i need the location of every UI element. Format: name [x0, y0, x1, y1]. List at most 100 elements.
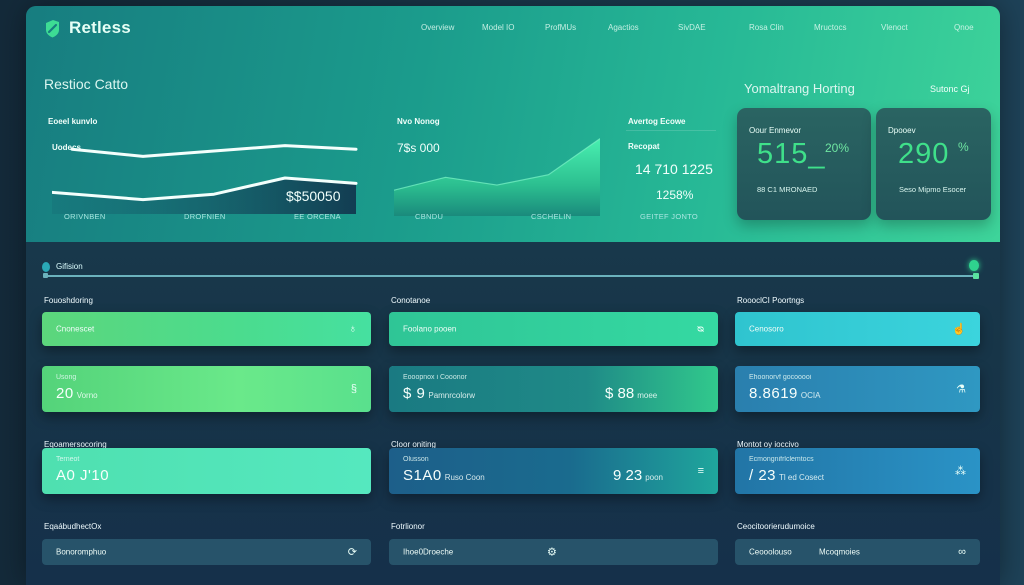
line-chart-value-badge: $$50050	[286, 188, 341, 204]
panel-text: Cnonescet	[56, 324, 95, 334]
main-nav: Overview Model IO ProfMUs Agactios SivDA…	[26, 23, 1000, 37]
nav-item-model[interactable]: Model IO	[482, 23, 514, 32]
slider-label: Gifision	[56, 262, 83, 271]
nav-item-mructocs[interactable]: Mructocs	[814, 23, 846, 32]
panel-value: 8.8619 OCIA	[749, 385, 820, 402]
panel-text-secondary: Mcoqmoies	[819, 547, 860, 557]
stat-divider	[626, 130, 716, 131]
stat-block-title: Avertog Ecowe	[628, 117, 686, 126]
pointer-icon[interactable]: ᴓ	[697, 323, 704, 335]
area-series	[394, 138, 600, 216]
panel-text[interactable]: Foolano pooen ᴓ	[389, 312, 718, 346]
dashboard-window: Retless Overview Model IO ProfMUs Agacti…	[26, 6, 1000, 585]
metrics-subtitle: Sutonc Gj	[930, 84, 970, 94]
panel-text: Ihoe0Droeche	[403, 547, 454, 557]
nav-item-vlenoct[interactable]: Vlenoct	[881, 23, 908, 32]
panel-value-unit: Vorno	[76, 391, 98, 400]
panel-value: 20 Vorno	[56, 385, 98, 402]
panel-value: / 23 Tl ed Cosect	[749, 467, 824, 484]
panel-right-number: $ 88	[605, 385, 635, 402]
slider-start-handle[interactable]	[42, 262, 50, 272]
panel-value-unit: Ruso Coon	[444, 473, 485, 482]
nav-item-agactios[interactable]: Agactios	[608, 23, 639, 32]
panel-caption: Olusson	[403, 456, 429, 463]
panel-text[interactable]: Cenosoro ☝	[735, 312, 980, 346]
panel-right-value: 9 23 poon	[613, 467, 663, 484]
panel-value-unit: Pamnrcolorw	[428, 391, 476, 400]
hero-panel: Retless Overview Model IO ProfMUs Agacti…	[26, 6, 1000, 242]
slider-track[interactable]	[45, 275, 976, 277]
nav-item-sivdae[interactable]: SivDAE	[678, 23, 706, 32]
panel-text: Bonoromphuo	[56, 547, 107, 557]
panel-text: Cenosoro	[749, 324, 784, 334]
panel-value: $ 9 Pamnrcolorw	[403, 385, 475, 402]
panel-flat[interactable]: Bonoromphuo ⟳	[42, 539, 371, 565]
metric-unit: 20%	[825, 141, 850, 155]
panel-caption: Ecmongnifrlclemtocs	[749, 456, 814, 463]
metric-label: Oour Enmevor	[749, 126, 802, 135]
panel-right-value: $ 88 moee	[605, 385, 657, 402]
panel-right-number: 9 23	[613, 467, 643, 484]
area-chart	[394, 138, 600, 216]
panel-flat2[interactable]: Ceooolouso Mcoqmoies ∞	[735, 539, 980, 565]
panel-text: Ceooolouso	[749, 547, 792, 557]
grid-icon[interactable]: ⁂	[955, 465, 966, 478]
slider-thumb[interactable]	[969, 260, 979, 271]
metric-card[interactable]: Oour Enmevor 515_ 20% 88 C1 MRONAED	[737, 108, 871, 220]
panel-big[interactable]: Usong 20 Vorno §	[42, 366, 371, 412]
line-chart-title: Restioc Catto	[44, 76, 129, 92]
area-x-label: CSCHELIN	[531, 212, 572, 221]
panel-value-number: A0 J'10	[56, 467, 110, 484]
area-chart-title: Nvo Nonog	[397, 117, 440, 126]
nav-item-qnoe[interactable]: Qnoe	[954, 23, 974, 32]
panel-right-unit: poon	[645, 473, 663, 482]
panel-big[interactable]: Ehoonorvf gocooooi 8.8619 OCIA ⚗	[735, 366, 980, 412]
group-label: RoooclCI Poortngs	[737, 296, 805, 305]
panel-caption: Terneot	[56, 456, 80, 463]
stat-block-label: Recopat	[628, 142, 660, 151]
metric-card[interactable]: Dpooev 290 % Seso Mipmo Esocer	[876, 108, 991, 220]
panel-value-unit: Tl ed Cosect	[779, 473, 824, 482]
slider-track-end	[973, 273, 979, 279]
panel-big2[interactable]: Olusson S1A0 Ruso Coon 9 23 poon ≡	[389, 448, 718, 494]
list-icon[interactable]: ≡	[698, 465, 704, 477]
range-slider[interactable]: Gifision	[26, 256, 1000, 286]
group-label: Ceocitoorierudumoice	[737, 522, 815, 531]
top-nav-bar: Retless Overview Model IO ProfMUs Agacti…	[26, 6, 1000, 50]
panel-value-number: 20	[56, 385, 74, 402]
bell-icon[interactable]: ♁	[349, 323, 357, 335]
settings-icon[interactable]: ⚙	[547, 546, 557, 559]
metric-label: Dpooev	[888, 126, 916, 135]
panel-value-unit: OCIA	[800, 391, 821, 400]
hook-icon[interactable]: §	[351, 383, 357, 395]
refresh-icon[interactable]: ⟳	[348, 546, 357, 559]
metric-subtext: 88 C1 MRONAED	[757, 185, 818, 194]
panel-big2[interactable]: Eooopnox i Cooonor $ 9 Pamnrcolorw $ 88 moee	[389, 366, 718, 412]
nav-item-rosa[interactable]: Rosa Clin	[749, 23, 784, 32]
line-x-label: DROFNIEN	[184, 212, 226, 221]
link-icon[interactable]: ∞	[958, 546, 966, 558]
area-x-label: CBNDU	[415, 212, 444, 221]
flask-icon[interactable]: ⚗	[956, 383, 966, 396]
nav-item-profmus[interactable]: ProfMUs	[545, 23, 576, 32]
panel-text[interactable]: Cnonescet ♁	[42, 312, 371, 346]
panel-value-number: 8.8619	[749, 385, 798, 402]
panel-big[interactable]: Ecmongnifrlclemtocs / 23 Tl ed Cosect ⁂	[735, 448, 980, 494]
group-label: EqaábudhectOx	[44, 522, 102, 531]
metric-subtext: Seso Mipmo Esocer	[899, 185, 967, 194]
touch-icon[interactable]: ☝	[952, 323, 966, 336]
panel-caption: Eooopnox i Cooonor	[403, 374, 467, 381]
panel-value-number: S1A0	[403, 467, 442, 484]
stat-block-sub-value: 1258%	[656, 188, 694, 202]
nav-item-overview[interactable]: Overview	[421, 23, 454, 32]
group-label: Fotrlionor	[391, 522, 425, 531]
panel-value-number: / 23	[749, 467, 777, 484]
panel-flat-center[interactable]: Ihoe0Droeche ⚙	[389, 539, 718, 565]
panel-big[interactable]: Terneot A0 J'10	[42, 448, 371, 494]
panel-caption: Ehoonorvf gocooooi	[749, 374, 812, 381]
panel-text: Foolano pooen	[403, 324, 457, 334]
panel-value-number: $ 9	[403, 385, 426, 402]
line-x-label: ORIVNBEN	[64, 212, 106, 221]
panel-right-unit: moee	[637, 391, 658, 400]
line-x-label: EE ORCENA	[294, 212, 341, 221]
